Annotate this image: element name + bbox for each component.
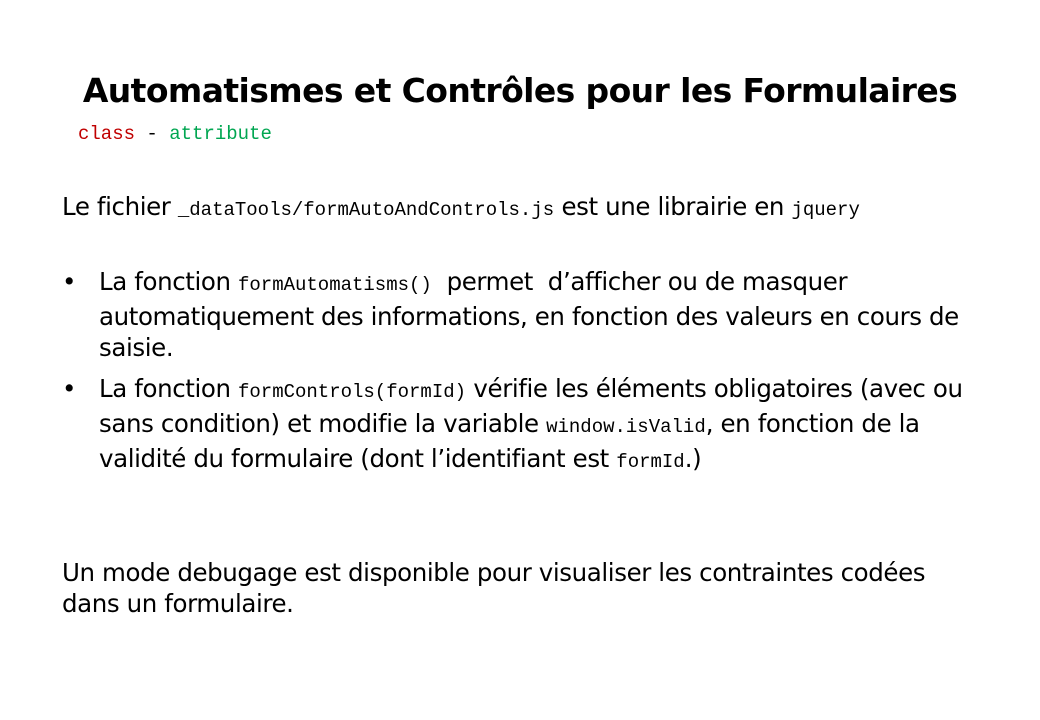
intro-code-jquery: jquery (791, 199, 860, 221)
bullet-body: La fonction formAutomatisms() permet d’a… (99, 266, 982, 363)
bullet-text: .) (684, 444, 702, 473)
bullet-code-formcontrols: formControls(formId) (237, 381, 467, 403)
bullet-code-window-isvalid: window.isValid (546, 416, 706, 438)
subtitle-separator: - (135, 123, 170, 145)
intro-code-filename: _dataTools/formAutoAndControls.js (177, 199, 555, 221)
bullet-marker: • (62, 267, 77, 296)
intro-text-2: est une librairie en (554, 192, 792, 221)
bullet-body: La fonction formControls(formId) vérifie… (99, 373, 982, 478)
slide-title: Automatismes et Contrôles pour les Formu… (82, 71, 958, 110)
intro-text-1: Le fichier (62, 192, 178, 221)
bullet-text: La fonction (99, 374, 238, 403)
subtitle-attribute-keyword: attribute (169, 123, 272, 145)
bullet-code-formautomatisms: formAutomatisms() (237, 274, 432, 296)
slide-subtitle: class - attribute (78, 122, 272, 146)
bullet-text: La fonction (99, 267, 238, 296)
bullet-item-controls: • La fonction formControls(formId) vérif… (62, 373, 982, 478)
slide: Automatismes et Contrôles pour les Formu… (0, 0, 1040, 720)
bullet-item-automatisms: • La fonction formAutomatisms() permet d… (62, 266, 982, 363)
intro-paragraph: Le fichier _dataTools/formAutoAndControl… (62, 191, 982, 226)
bullet-marker: • (62, 374, 77, 403)
subtitle-class-keyword: class (78, 123, 136, 145)
bullet-code-formid: formId (616, 451, 685, 473)
outro-paragraph: Un mode debugage est disponible pour vis… (62, 558, 926, 618)
